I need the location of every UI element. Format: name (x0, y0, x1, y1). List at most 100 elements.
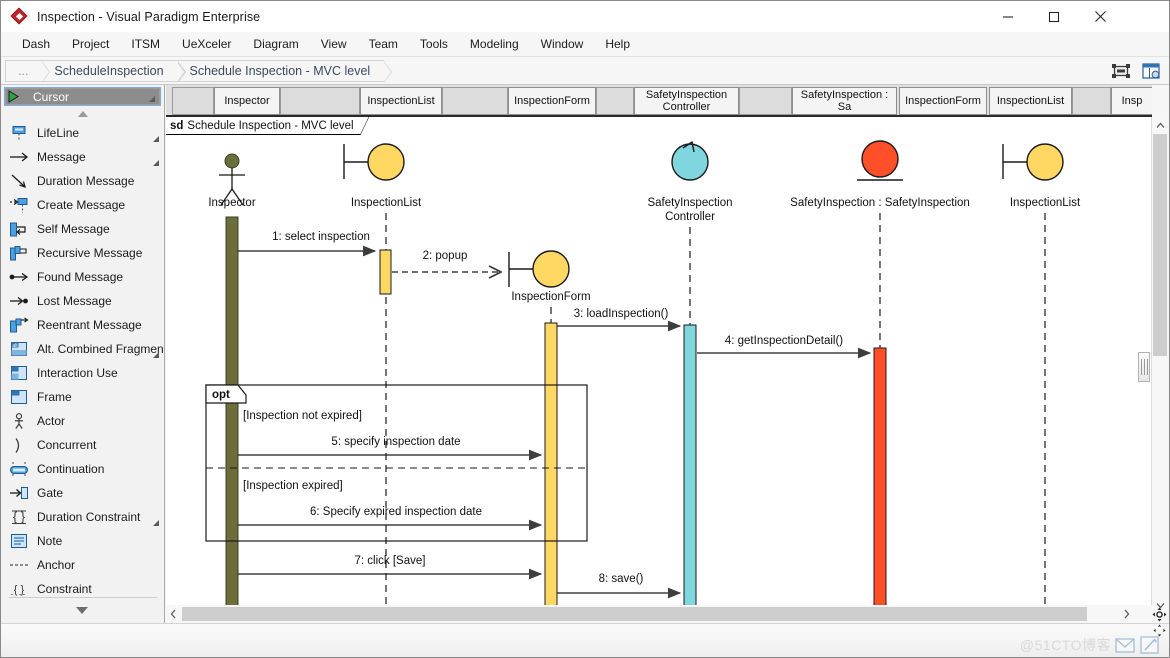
lifeline-inspectionform[interactable]: InspectionForm (509, 251, 591, 613)
palette-submenu-indicator[interactable] (149, 96, 155, 102)
palette-item-concurrent[interactable]: Concurrent (1, 433, 164, 457)
diagram-canvas[interactable]: sd Schedule Inspection - MVC level Inspe… (166, 117, 1152, 613)
menu-item-diagram[interactable]: Diagram (242, 34, 309, 54)
palette-item-message[interactable]: Message (1, 145, 164, 169)
message-6-specify-expired-inspection-date[interactable]: 6: Specify expired inspection date (238, 506, 541, 525)
lifeline-safetyinspection-entity[interactable]: SafetyInspection : SafetyInspection (790, 141, 970, 613)
palette-item-frame[interactable]: Frame (1, 385, 164, 409)
resize-grip-icon[interactable] (1153, 624, 1167, 638)
lifeline-header-gap-0[interactable] (172, 87, 214, 115)
chevron-left-icon[interactable] (166, 605, 181, 623)
alt-combined-fragment-icon: alt (9, 340, 29, 358)
message-5-specify-inspection-date[interactable]: 5: specify inspection date (238, 436, 541, 455)
message-8-save[interactable]: 8: save() (557, 573, 680, 593)
lifeline-header-tab-inspectionlist[interactable]: InspectionList (989, 87, 1072, 115)
palette-item-duration-message[interactable]: Duration Message (1, 169, 164, 193)
message-2-popup[interactable]: 2: popup (392, 250, 501, 272)
message-3-loadinspection[interactable]: 3: loadInspection() (557, 308, 680, 326)
palette-item-interaction-use[interactable]: Interaction Use (1, 361, 164, 385)
chevron-right-icon[interactable] (1119, 605, 1134, 623)
palette-item-lost-message[interactable]: Lost Message (1, 289, 164, 313)
minimize-icon[interactable] (985, 1, 1031, 32)
lifeline-header-tab-inspectionform[interactable]: InspectionForm (899, 87, 987, 115)
menu-item-uexceler[interactable]: UeXceler (171, 34, 242, 54)
lifeline-header-gap-4[interactable] (442, 87, 508, 115)
palette-item-anchor[interactable]: Anchor (1, 553, 164, 577)
menu-item-view[interactable]: View (310, 34, 358, 54)
lifeline-safetyinspectioncontroller[interactable]: SafetyInspection Controller (647, 142, 732, 613)
diagram-overview-icon[interactable] (1139, 59, 1163, 83)
palette-submenu-indicator[interactable] (153, 520, 159, 526)
palette-item-recursive-message[interactable]: Recursive Message (1, 241, 164, 265)
split-grip-handle[interactable] (1138, 352, 1150, 382)
svg-text:2: popup: 2: popup (423, 250, 468, 262)
sequence-diagram-svg[interactable]: Inspector InspectionList InspectionForm (166, 117, 1152, 613)
lifeline-inspector[interactable]: Inspector (208, 154, 255, 613)
lifeline-header-strip: InspectorInspectionListInspectionFormSaf… (166, 85, 1152, 117)
lifeline-header-gap-2[interactable] (280, 87, 360, 115)
menu-item-itsm[interactable]: ITSM (120, 34, 171, 54)
palette-item-create-message[interactable]: Create Message (1, 193, 164, 217)
horizontal-scrollbar-thumb[interactable] (182, 607, 1087, 621)
pan-move-icon[interactable] (1150, 605, 1168, 623)
palette-item-label: Continuation (37, 462, 104, 476)
concurrent-icon (9, 436, 29, 454)
menu-item-project[interactable]: Project (61, 34, 120, 54)
lifeline-header-tab-inspector[interactable]: Inspector (214, 87, 280, 115)
menu-item-window[interactable]: Window (530, 34, 595, 54)
lifeline-header-gap-12[interactable] (1072, 87, 1111, 115)
canvas-vertical-scrollbar[interactable] (1151, 117, 1167, 613)
lifeline-inspectionlist-right[interactable]: InspectionList (1003, 144, 1081, 613)
palette-submenu-indicator[interactable] (153, 136, 159, 142)
fit-to-window-icon[interactable] (1109, 59, 1133, 83)
menu-item-dash[interactable]: Dash (11, 34, 61, 54)
svg-text:7: click [Save]: 7: click [Save] (355, 555, 426, 567)
breadcrumb-item-2[interactable]: Schedule Inspection - MVC level (178, 60, 385, 82)
svg-text:5: specify inspection date: 5: specify inspection date (331, 436, 460, 448)
canvas-horizontal-scrollbar[interactable] (166, 605, 1152, 623)
lifeline-header-tab-safetyinspection-sa[interactable]: SafetyInspection : Sa (792, 87, 897, 115)
palette-item-continuation[interactable]: Continuation (1, 457, 164, 481)
palette-scroll-down-button[interactable] (1, 601, 163, 619)
lifeline-header-gap-8[interactable] (739, 87, 792, 115)
duration-message-icon (9, 172, 29, 190)
lifeline-inspectionlist-left[interactable]: InspectionList (344, 144, 422, 613)
menu-item-modeling[interactable]: Modeling (459, 34, 530, 54)
palette-item-list: LifeLineMessageDuration MessageCreate Me… (1, 121, 164, 601)
lifeline-header-gap-6[interactable] (596, 87, 634, 115)
palette-item-lifeline[interactable]: LifeLine (1, 121, 164, 145)
palette-item-reentrant-message[interactable]: Reentrant Message (1, 313, 164, 337)
lifeline-header-tab-safetyinspection-controller[interactable]: SafetyInspection Controller (634, 87, 739, 115)
breadcrumb-item-0[interactable]: ... (5, 60, 42, 82)
lifeline-header-tab-insp[interactable]: Insp (1111, 87, 1152, 115)
svg-text:3: loadInspection(): 3: loadInspection() (574, 308, 669, 320)
palette-item-cursor[interactable]: Cursor (4, 87, 161, 106)
watermark: @51CTO博客 (1020, 635, 1161, 655)
palette-item-found-message[interactable]: Found Message (1, 265, 164, 289)
breadcrumb-item-1[interactable]: ScheduleInspection (42, 60, 177, 82)
close-icon[interactable] (1077, 1, 1123, 32)
menu-item-team[interactable]: Team (358, 34, 409, 54)
menu-item-help[interactable]: Help (594, 34, 641, 54)
palette-item-actor[interactable]: Actor (1, 409, 164, 433)
message-4-getinspectiondetail[interactable]: 4: getInspectionDetail() (697, 335, 870, 353)
palette-scroll-up-button[interactable] (1, 106, 164, 121)
lifeline-header-tab-inspectionform[interactable]: InspectionForm (508, 87, 596, 115)
palette-item-gate[interactable]: Gate (1, 481, 164, 505)
menu-item-tools[interactable]: Tools (409, 34, 459, 54)
message-1-select-inspection[interactable]: 1: select inspection (238, 231, 375, 251)
lifeline-header-tab-inspectionlist[interactable]: InspectionList (360, 87, 442, 115)
palette-submenu-indicator[interactable] (153, 352, 159, 358)
palette-item-label: Actor (37, 414, 65, 428)
palette-item-duration-constraint[interactable]: { }Duration Constraint (1, 505, 164, 529)
palette-item-alt-combined-fragment[interactable]: alt Alt. Combined Fragment (1, 337, 164, 361)
palette-item-label: Alt. Combined Fragment (37, 342, 165, 356)
maximize-icon[interactable] (1031, 1, 1077, 32)
palette-item-note[interactable]: Note (1, 529, 164, 553)
vertical-scrollbar-thumb[interactable] (1153, 134, 1167, 356)
palette-item-label: Constraint (37, 582, 92, 596)
chevron-up-icon[interactable] (1152, 117, 1168, 133)
palette-item-self-message[interactable]: Self Message (1, 217, 164, 241)
message-7-click-save[interactable]: 7: click [Save] (238, 555, 541, 574)
palette-submenu-indicator[interactable] (153, 160, 159, 166)
